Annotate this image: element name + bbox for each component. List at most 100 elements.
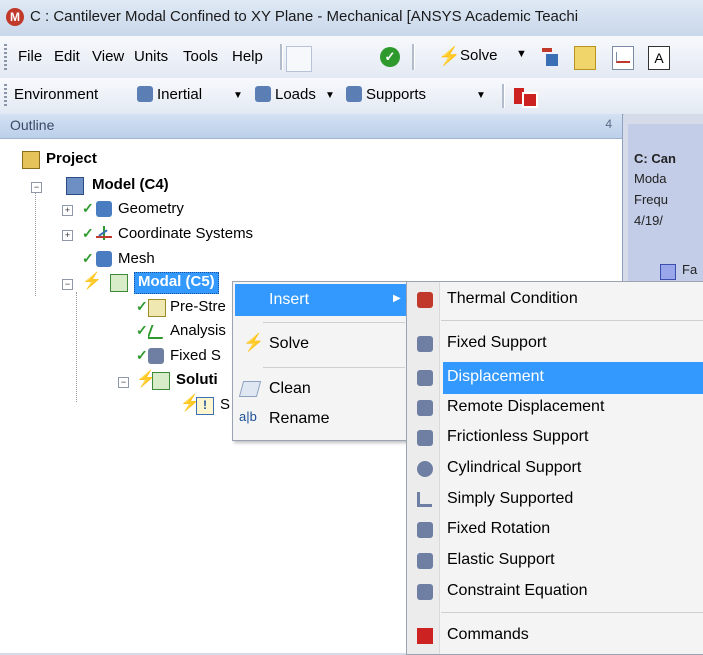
tree-connector xyxy=(35,186,37,296)
modal-analysis-icon xyxy=(110,274,128,292)
context-menu-item-solve[interactable]: ⚡ Solve xyxy=(235,331,407,359)
context-menu-item-clean[interactable]: Clean xyxy=(235,376,407,404)
pin-icon[interactable]: 4 xyxy=(605,117,612,131)
collapse-toggle-icon[interactable]: − xyxy=(118,377,129,388)
fixed-rotation-icon xyxy=(417,522,433,538)
tree-item-label: Fixed S xyxy=(170,347,221,364)
lightning-icon: ⚡ xyxy=(243,333,265,352)
report-toolbar-icon[interactable] xyxy=(574,46,596,70)
commands-toolbar-icon[interactable] xyxy=(514,86,538,108)
submenu-item-frictionless-support[interactable]: Frictionless Support xyxy=(407,424,703,452)
coordinate-axes-icon xyxy=(96,226,112,242)
submenu-item-cylindrical-support[interactable]: Cylindrical Support xyxy=(407,455,703,483)
menu-toolbar: File Edit View Units Tools Help ✓ ⚡ Solv… xyxy=(0,36,703,79)
submenu-item-constraint-equation[interactable]: Constraint Equation xyxy=(407,578,703,606)
tree-item-solution[interactable]: Soluti xyxy=(152,370,232,390)
menu-separator xyxy=(263,322,405,323)
submenu-item-fixed-rotation[interactable]: Fixed Rotation xyxy=(407,516,703,544)
expand-toggle-icon[interactable]: + xyxy=(62,230,73,241)
submenu-item-elastic-support[interactable]: Elastic Support xyxy=(407,547,703,575)
menu-edit[interactable]: Edit xyxy=(54,36,80,78)
submenu-item-label: Fixed Support xyxy=(447,334,547,351)
context-menu-item-rename[interactable]: a|b Rename xyxy=(235,406,407,434)
analysis-settings-icon xyxy=(148,323,168,339)
displacement-icon xyxy=(417,370,433,386)
tree-item-solution-information[interactable]: ! S xyxy=(196,395,232,415)
check-icon[interactable]: ✓ xyxy=(380,47,400,67)
tree-item-project[interactable]: Project xyxy=(22,149,142,169)
collapse-toggle-icon[interactable]: − xyxy=(62,279,73,290)
environment-toolbar: Environment Inertial ▼ Loads ▼ Supports … xyxy=(0,78,703,115)
tree-item-label: Analysis xyxy=(170,322,226,339)
annotation-toolbar-icon[interactable]: A xyxy=(648,46,670,70)
frictionless-support-icon xyxy=(417,430,433,446)
context-menu-item-label: Insert xyxy=(269,291,310,308)
submenu-item-fixed-support[interactable]: Fixed Support xyxy=(407,330,703,358)
submenu-item-label: Displacement xyxy=(447,368,544,385)
menu-units[interactable]: Units xyxy=(134,36,168,78)
chevron-right-icon: ▶ xyxy=(393,293,401,304)
menu-help[interactable]: Help xyxy=(232,36,263,78)
tree-item-analysis-settings[interactable]: Analysis xyxy=(148,321,232,341)
context-menu-item-label: Clean xyxy=(269,380,311,397)
supports-icon xyxy=(346,86,362,102)
tree-item-label: Soluti xyxy=(176,371,218,388)
toolbar-grip[interactable] xyxy=(4,44,7,70)
outline-title: Outline xyxy=(10,117,55,133)
menu-view[interactable]: View xyxy=(92,36,124,78)
expand-toggle-icon[interactable]: + xyxy=(62,205,73,216)
solve-dropdown-chevron-icon[interactable]: ▼ xyxy=(516,48,527,60)
supports-label: Supports xyxy=(366,86,427,103)
tree-item-label: Model (C4) xyxy=(92,176,169,193)
menu-file[interactable]: File xyxy=(18,36,42,78)
outline-header: Outline 4 xyxy=(0,114,622,139)
context-menu: Insert ▶ ⚡ Solve Clean a|b Rename xyxy=(232,281,410,441)
app-logo-icon: M xyxy=(6,8,24,26)
lightning-icon: ⚡ xyxy=(438,46,461,66)
collapse-toggle-icon[interactable]: − xyxy=(31,182,42,193)
title-bar: M C : Cantilever Modal Confined to XY Pl… xyxy=(0,0,703,37)
tree-item-pre-stress[interactable]: Pre-Stre xyxy=(148,297,232,317)
tree-item-modal[interactable]: Modal (C5) xyxy=(110,272,240,294)
check-icon: ✓ xyxy=(82,225,94,241)
tree-item-geometry[interactable]: Geometry xyxy=(96,199,256,219)
toolbar-separator xyxy=(502,84,505,108)
pre-stress-icon xyxy=(148,299,166,317)
menu-tools[interactable]: Tools xyxy=(183,36,218,78)
tree-item-coordinate-systems[interactable]: Coordinate Systems xyxy=(96,224,296,244)
menu-separator xyxy=(441,612,703,613)
submenu-item-label: Commands xyxy=(447,626,529,643)
simply-supported-icon xyxy=(417,492,432,507)
context-menu-item-insert[interactable]: Insert ▶ xyxy=(235,284,407,316)
tree-item-label: Project xyxy=(46,150,97,167)
chevron-down-icon: ▼ xyxy=(325,90,335,101)
details-line: Fa xyxy=(682,262,698,277)
window-title: C : Cantilever Modal Confined to XY Plan… xyxy=(30,8,579,25)
project-icon xyxy=(22,151,40,169)
tree-item-model[interactable]: Model (C4) xyxy=(66,175,216,195)
submenu-item-displacement[interactable]: Displacement xyxy=(407,362,703,394)
chart-toolbar-icon[interactable] xyxy=(612,46,634,70)
submenu-item-label: Remote Displacement xyxy=(447,398,605,415)
elastic-support-icon xyxy=(417,553,433,569)
submenu-item-commands[interactable]: Commands xyxy=(407,622,703,650)
toolbar-grip[interactable] xyxy=(4,84,7,108)
tree-item-mesh[interactable]: Mesh xyxy=(96,249,196,269)
loads-label: Loads xyxy=(275,86,316,103)
fixed-support-icon xyxy=(417,336,433,352)
check-icon: ✓ xyxy=(82,200,94,216)
check-icon: ✓ xyxy=(136,298,148,314)
constraint-equation-icon xyxy=(417,584,433,600)
submenu-item-label: Constraint Equation xyxy=(447,582,588,599)
tree-toolbar-icon[interactable] xyxy=(540,46,560,68)
submenu-item-label: Frictionless Support xyxy=(447,428,589,445)
submenu-item-thermal-condition[interactable]: Thermal Condition xyxy=(407,286,703,314)
inertial-icon xyxy=(137,86,153,102)
tree-item-fixed-support[interactable]: Fixed S xyxy=(148,346,232,366)
submenu-item-remote-displacement[interactable]: Remote Displacement xyxy=(407,394,703,422)
submenu-item-simply-supported[interactable]: Simply Supported xyxy=(407,486,703,514)
submenu-item-label: Elastic Support xyxy=(447,551,555,568)
context-menu-item-label: Rename xyxy=(269,410,330,427)
submenu-item-label: Simply Supported xyxy=(447,490,574,507)
context-menu-item-label: Solve xyxy=(269,335,310,352)
